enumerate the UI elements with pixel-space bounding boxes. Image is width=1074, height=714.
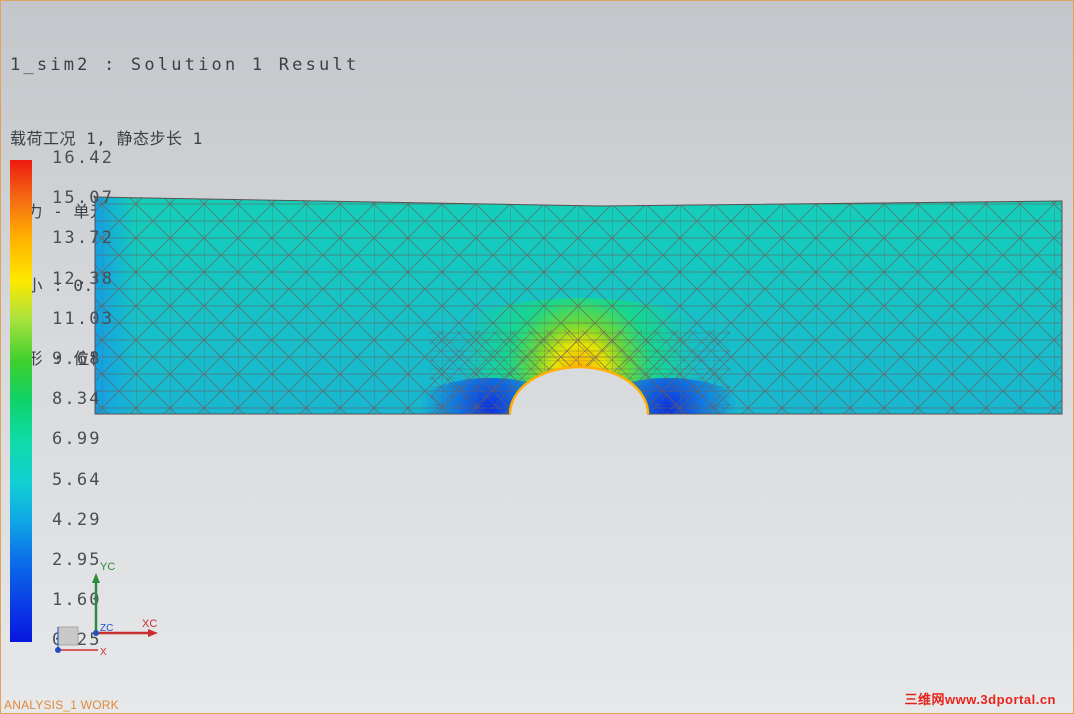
legend-label: 16.42 — [52, 148, 115, 168]
origin-icon — [55, 647, 61, 653]
legend-label: 15.07 — [52, 188, 115, 208]
legend-label: 11.03 — [52, 309, 115, 329]
x-axis-label: X — [100, 647, 107, 658]
legend-label: 6.99 — [52, 429, 102, 449]
xc-arrow-icon — [148, 629, 158, 637]
coordinate-triad[interactable]: X YC XC ZC — [50, 555, 170, 660]
yc-label: YC — [100, 561, 115, 573]
watermark-text: 三维网www.3dportal.cn — [904, 692, 1056, 707]
legend-label: 4.29 — [52, 510, 102, 530]
zc-label: ZC — [100, 623, 113, 634]
color-legend-bar — [10, 160, 32, 642]
zc-origin-icon — [93, 630, 99, 636]
triad-plane-icon — [57, 626, 79, 646]
legend-label: 9.68 — [52, 349, 102, 369]
legend-label: 12.38 — [52, 269, 115, 289]
legend-label: 13.72 — [52, 228, 115, 248]
status-text: ANALYSIS_1 WORK — [4, 698, 119, 712]
legend-label: 5.64 — [52, 470, 102, 490]
legend-label: 8.34 — [52, 389, 102, 409]
xc-label: XC — [142, 618, 157, 630]
plate-mesh — [95, 197, 1062, 414]
